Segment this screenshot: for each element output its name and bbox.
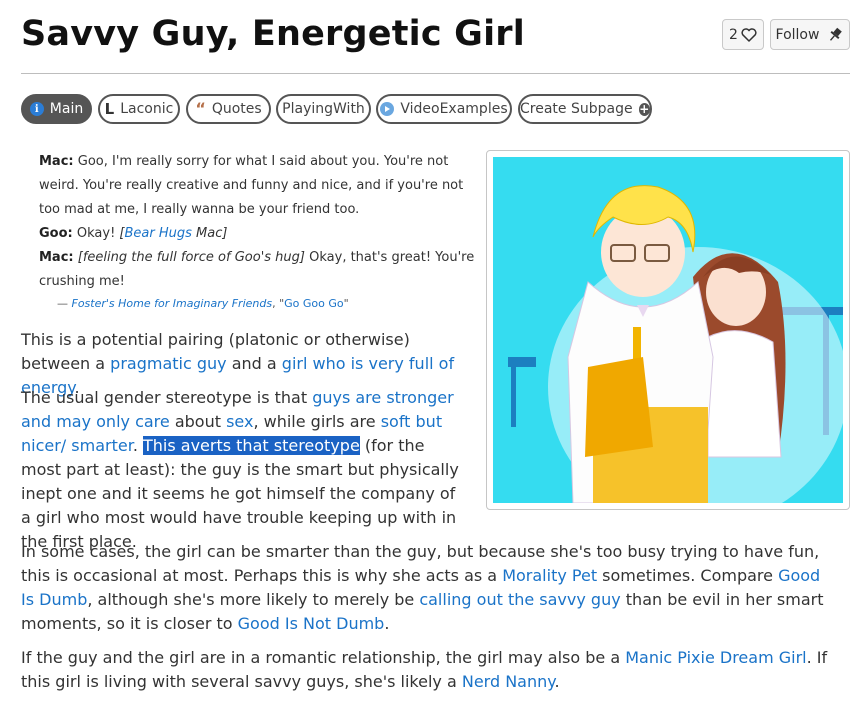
speaker-name: Goo: — [39, 226, 73, 241]
trope-link[interactable]: Nerd Nanny — [462, 672, 555, 691]
episode-link[interactable]: Go Goo Go — [284, 297, 344, 310]
tab-label: Quotes — [211, 101, 262, 117]
trope-link[interactable]: sex — [226, 412, 253, 431]
tab-label: Main — [49, 101, 84, 117]
quote-line: Okay! — [76, 226, 116, 241]
plus-icon: + — [638, 102, 650, 116]
follow-button[interactable]: Follow — [770, 19, 850, 50]
stage-direction: Mac — [196, 226, 223, 241]
page-title: Savvy Guy, Energetic Girl — [21, 14, 525, 54]
follow-label: Follow — [775, 26, 820, 43]
trope-link[interactable]: Good Is Not Dumb — [238, 614, 385, 633]
header-divider — [21, 73, 850, 74]
page-quote: Mac: Goo, I'm really sorry for what I sa… — [39, 154, 475, 289]
tab-videoexamples[interactable]: VideoExamples — [376, 94, 512, 124]
tab-label: VideoExamples — [400, 101, 508, 117]
quote-line: Goo, I'm really sorry for what I said ab… — [39, 154, 464, 217]
tab-main[interactable]: i Main — [21, 94, 92, 124]
info-icon: i — [29, 102, 44, 116]
pin-icon — [830, 27, 843, 41]
quote-icon: “ — [195, 99, 206, 118]
body-paragraph: The usual gender stereotype is that guys… — [21, 388, 459, 551]
trope-link[interactable]: calling out the savvy guy — [419, 590, 620, 609]
speaker-name: Mac: — [39, 154, 74, 169]
speaker-name: Mac: — [39, 250, 74, 265]
tab-label: Create Subpage — [520, 101, 633, 117]
page-image-frame — [486, 150, 850, 510]
tab-laconic[interactable]: L Laconic — [98, 94, 180, 124]
tab-quotes[interactable]: “ Quotes — [186, 94, 271, 124]
create-subpage-button[interactable]: Create Subpage + — [518, 94, 652, 124]
trope-link[interactable]: pragmatic guy — [110, 354, 226, 373]
play-icon — [380, 102, 395, 116]
selected-text[interactable]: This averts that stereotype — [142, 436, 360, 455]
trope-link-bear-hugs[interactable]: Bear Hugs — [125, 226, 192, 241]
tab-label: Laconic — [120, 101, 174, 117]
laconic-icon: L — [104, 100, 115, 118]
body-paragraph: If the guy and the girl are in a romanti… — [21, 648, 828, 691]
stage-direction: [feeling the full force of Goo's hug] — [77, 250, 305, 265]
work-link[interactable]: Foster's Home for Imaginary Friends — [72, 297, 273, 310]
trope-link[interactable]: Morality Pet — [502, 566, 597, 585]
quote-citation: — Foster's Home for Imaginary Friends, "… — [57, 297, 349, 310]
trope-link[interactable]: Manic Pixie Dream Girl — [625, 648, 806, 667]
heart-icon — [741, 27, 757, 42]
tab-playingwith[interactable]: PlayingWith — [276, 94, 371, 124]
page-image[interactable] — [493, 157, 843, 503]
favorite-button[interactable]: 2 — [722, 19, 764, 50]
body-paragraph: In some cases, the girl can be smarter t… — [21, 542, 824, 633]
favorite-count: 2 — [729, 26, 738, 43]
tab-label: PlayingWith — [282, 101, 365, 117]
